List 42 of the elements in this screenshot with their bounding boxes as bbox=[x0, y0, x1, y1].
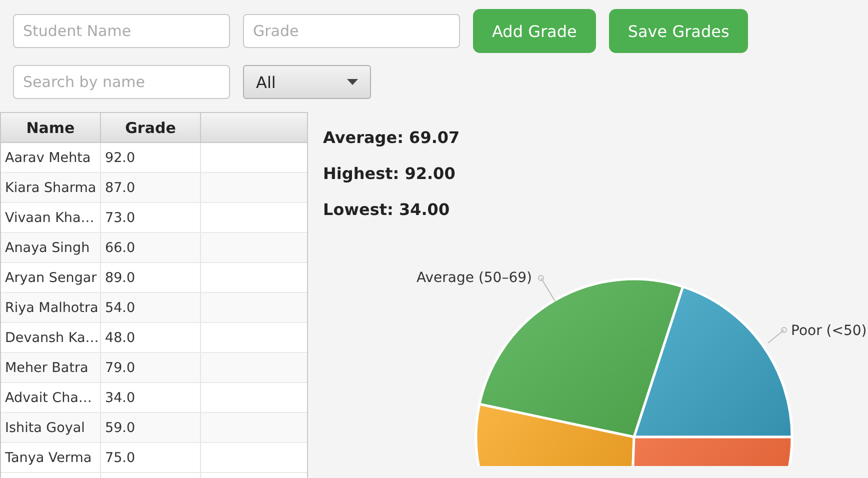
table-cell: Advait Cha… bbox=[1, 383, 101, 412]
table-row[interactable]: Anaya Singh 66.0 bbox=[1, 233, 307, 263]
leader-line bbox=[538, 275, 556, 302]
table-cell: 59.0 bbox=[101, 413, 201, 442]
table-cell: 48.0 bbox=[101, 323, 201, 352]
slice-label: Average (50–69) bbox=[416, 270, 532, 286]
table-row[interactable]: Tanya Verma 75.0 bbox=[1, 443, 307, 473]
table-cell: Ishita Goyal bbox=[1, 413, 101, 442]
table-cell: 92.0 bbox=[101, 143, 201, 172]
stat-label: Lowest: 34.00 bbox=[323, 198, 451, 220]
slice-label: Poor (<50) bbox=[791, 323, 866, 339]
table-row[interactable]: Meher Batra 79.0 bbox=[1, 353, 307, 383]
table-cell: 66.0 bbox=[101, 233, 201, 262]
table-cell: Aarav Mehta bbox=[1, 143, 101, 172]
table-cell: 87.0 bbox=[101, 173, 201, 202]
column-header[interactable]: Grade bbox=[101, 113, 201, 142]
grade-field[interactable]: Grade bbox=[243, 14, 460, 48]
student-name-field[interactable]: Student Name bbox=[13, 14, 230, 48]
table-cell: Aryan Sengar bbox=[1, 263, 101, 292]
table-cell: Devansh Ka… bbox=[1, 323, 101, 352]
table-cell: 89.0 bbox=[101, 263, 201, 292]
table-cell: Anaya Singh bbox=[1, 233, 101, 262]
table-cell: Kiara Sharma bbox=[1, 173, 101, 202]
table-cell: 73.0 bbox=[101, 203, 201, 232]
filter-dropdown[interactable]: All bbox=[243, 65, 371, 99]
table-cell: 34.0 bbox=[101, 383, 201, 412]
table-cell: 79.0 bbox=[101, 353, 201, 382]
table-cell: Tanya Verma bbox=[1, 443, 101, 472]
leader-line bbox=[768, 327, 787, 344]
table-row[interactable]: Riya Malhotra 54.0 bbox=[1, 293, 307, 323]
column-header[interactable]: Name bbox=[1, 113, 101, 142]
table-row[interactable]: Ishita Goyal 59.0 bbox=[1, 413, 307, 443]
stat-label: Highest: 92.00 bbox=[323, 162, 456, 184]
stat-label: Average: 69.07 bbox=[323, 126, 461, 148]
caret-icon bbox=[347, 79, 358, 85]
table-cell: Riya Malhotra bbox=[1, 293, 101, 322]
search-field[interactable]: Search by name bbox=[13, 65, 230, 99]
table-cell: Vivaan Kha… bbox=[1, 203, 101, 232]
table-cell: 75.0 bbox=[101, 443, 201, 472]
table-cell: 54.0 bbox=[101, 293, 201, 322]
table-row[interactable]: Kiara Sharma 87.0 bbox=[1, 173, 307, 203]
table-cell: Meher Batra bbox=[1, 353, 101, 382]
